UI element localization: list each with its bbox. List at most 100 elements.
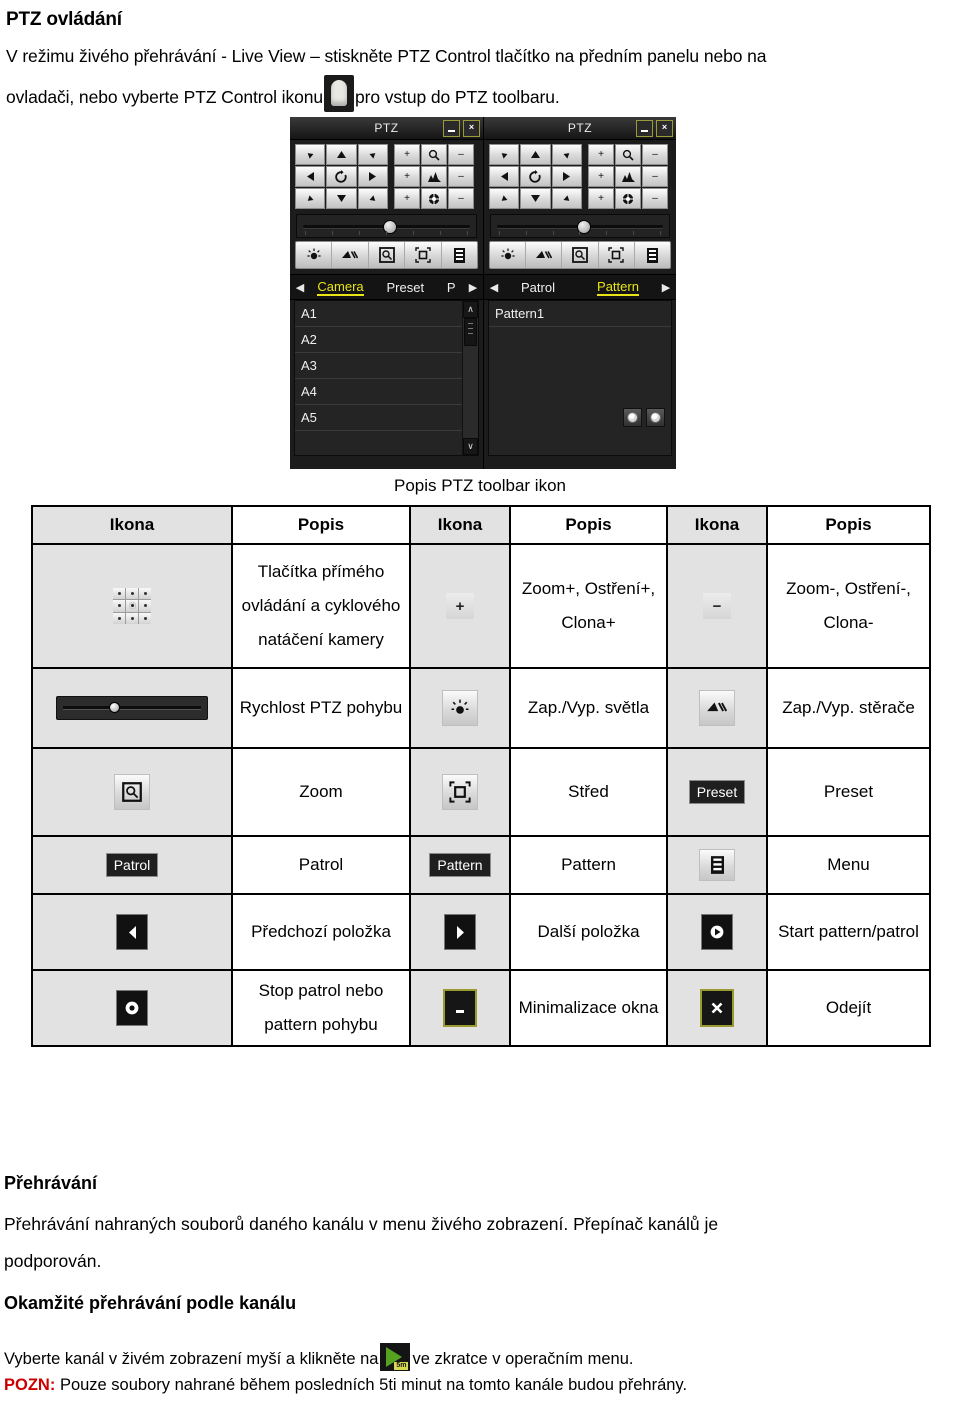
dir-up-right-button[interactable] bbox=[551, 144, 582, 165]
list-scrollbar[interactable]: ∧ ∨ bbox=[462, 301, 478, 455]
zoom-out-button[interactable]: – bbox=[642, 144, 668, 165]
light-icon[interactable] bbox=[490, 242, 527, 268]
cell-desc: Zoom-, Ostření-, Clona- bbox=[766, 543, 931, 669]
dir-up-left-button[interactable] bbox=[295, 144, 326, 165]
dir-up-button[interactable] bbox=[520, 144, 551, 165]
tab-patrol[interactable]: Patrol bbox=[521, 280, 555, 295]
dir-down-button[interactable] bbox=[326, 188, 357, 209]
intro-paragraph-line1: V režimu živého přehrávání - Live View –… bbox=[6, 46, 767, 66]
center-icon[interactable] bbox=[599, 242, 635, 268]
focus-out-button[interactable]: – bbox=[448, 166, 474, 187]
dir-down-button[interactable] bbox=[520, 188, 551, 209]
header-popis-3: Popis bbox=[766, 505, 931, 545]
minimize-button[interactable] bbox=[443, 120, 460, 137]
zoom-icon[interactable] bbox=[421, 144, 447, 165]
list-item[interactable]: A4 bbox=[295, 379, 478, 405]
tab-camera[interactable]: Camera bbox=[317, 279, 364, 296]
speed-slider-icon bbox=[56, 696, 208, 720]
minus-icon: − bbox=[703, 593, 731, 619]
page-title: PTZ ovládání bbox=[6, 9, 122, 30]
auto-cycle-button[interactable] bbox=[326, 166, 357, 187]
dir-right-button[interactable] bbox=[357, 166, 388, 187]
tab-p[interactable]: P bbox=[447, 280, 456, 295]
scroll-down-icon[interactable]: ∨ bbox=[463, 438, 478, 455]
close-button[interactable]: × bbox=[656, 120, 673, 137]
zoom-in-button[interactable]: + bbox=[588, 144, 614, 165]
iris-in-button[interactable]: + bbox=[588, 188, 614, 209]
list-item[interactable]: A5 bbox=[295, 405, 478, 431]
tab-next-arrow-icon[interactable]: ▶ bbox=[660, 281, 672, 294]
tab-pattern[interactable]: Pattern bbox=[597, 279, 639, 296]
iris-out-button[interactable]: – bbox=[448, 188, 474, 209]
cell-icon-speed-slider bbox=[31, 667, 233, 749]
iris-in-button[interactable]: + bbox=[394, 188, 420, 209]
zoom-icon[interactable] bbox=[562, 242, 599, 268]
dir-up-right-button[interactable] bbox=[357, 144, 388, 165]
header-ikona-1: Ikona bbox=[31, 505, 233, 545]
list-item[interactable]: A2 bbox=[295, 327, 478, 353]
playback-paragraph-line2: podporován. bbox=[4, 1251, 102, 1271]
minimize-button[interactable] bbox=[636, 120, 653, 137]
iris-icon[interactable] bbox=[615, 188, 641, 209]
camera-list[interactable]: A1 A2 A3 A4 A5 ∧ ∨ bbox=[294, 300, 479, 456]
list-item[interactable]: Pattern1 bbox=[489, 301, 671, 327]
tab-preset[interactable]: Preset bbox=[386, 280, 424, 295]
header-popis-1: Popis bbox=[231, 505, 411, 545]
list-item[interactable]: A3 bbox=[295, 353, 478, 379]
iris-out-button[interactable]: – bbox=[642, 188, 668, 209]
dir-right-button[interactable] bbox=[551, 166, 582, 187]
close-button[interactable]: × bbox=[463, 120, 480, 137]
pattern-record-button[interactable] bbox=[623, 408, 642, 427]
iris-icon[interactable] bbox=[421, 188, 447, 209]
pattern-icon: Pattern bbox=[429, 853, 491, 877]
note-line: POZN: Pouze soubory nahrané během posled… bbox=[4, 1372, 956, 1398]
dir-down-right-button[interactable] bbox=[357, 188, 388, 209]
dir-left-button[interactable] bbox=[489, 166, 520, 187]
dir-left-button[interactable] bbox=[295, 166, 326, 187]
menu-icon[interactable] bbox=[442, 242, 477, 268]
ptz-right-tabs: ◀ Patrol Pattern ▶ bbox=[484, 274, 676, 300]
tab-next-arrow-icon[interactable]: ▶ bbox=[467, 281, 479, 294]
focus-icon[interactable] bbox=[421, 166, 447, 187]
speed-slider[interactable] bbox=[296, 214, 477, 238]
scroll-up-icon[interactable]: ∧ bbox=[463, 301, 478, 318]
zoom-icon[interactable] bbox=[369, 242, 406, 268]
dir-up-left-button[interactable] bbox=[489, 144, 520, 165]
focus-icon[interactable] bbox=[615, 166, 641, 187]
zoom-in-button[interactable]: + bbox=[394, 144, 420, 165]
focus-in-button[interactable]: + bbox=[394, 166, 420, 187]
dir-up-button[interactable] bbox=[326, 144, 357, 165]
playback-subsection: Okamžité přehrávání podle kanálu bbox=[4, 1293, 956, 1314]
focus-out-button[interactable]: – bbox=[642, 166, 668, 187]
light-icon[interactable] bbox=[296, 242, 333, 268]
auto-cycle-button[interactable] bbox=[520, 166, 551, 187]
pattern-list[interactable]: Pattern1 bbox=[488, 300, 672, 456]
cell-icon-light bbox=[409, 667, 511, 749]
pattern-action-buttons bbox=[623, 408, 665, 427]
zoom-icon[interactable] bbox=[615, 144, 641, 165]
dir-down-right-button[interactable] bbox=[551, 188, 582, 209]
minimize-icon bbox=[443, 989, 477, 1027]
dir-down-left-button[interactable] bbox=[489, 188, 520, 209]
pattern-stop-button[interactable] bbox=[646, 408, 665, 427]
ptz-panel-left: PTZ × + – + – + – ◀ Camera Preset P ▶ A1… bbox=[290, 117, 483, 469]
direction-pad bbox=[489, 144, 582, 209]
dir-down-left-button[interactable] bbox=[295, 188, 326, 209]
speed-slider[interactable] bbox=[490, 214, 670, 238]
scrollbar-thumb[interactable] bbox=[464, 318, 477, 346]
zoom-out-button[interactable]: – bbox=[448, 144, 474, 165]
focus-in-button[interactable]: + bbox=[588, 166, 614, 187]
light-icon bbox=[442, 690, 478, 726]
ptz-control-icon bbox=[324, 75, 354, 112]
playback-instruction: Vyberte kanál v živém zobrazení myší a k… bbox=[4, 1343, 956, 1398]
wiper-icon[interactable] bbox=[332, 242, 369, 268]
ptz-left-toolbar bbox=[295, 241, 478, 269]
start-icon bbox=[701, 914, 733, 950]
wiper-icon[interactable] bbox=[526, 242, 563, 268]
menu-icon[interactable] bbox=[635, 242, 670, 268]
tab-prev-arrow-icon[interactable]: ◀ bbox=[294, 281, 306, 294]
table-caption: Popis PTZ toolbar ikon bbox=[394, 476, 566, 495]
center-icon[interactable] bbox=[405, 242, 442, 268]
tab-prev-arrow-icon[interactable]: ◀ bbox=[488, 281, 500, 294]
list-item[interactable]: A1 bbox=[295, 301, 478, 327]
